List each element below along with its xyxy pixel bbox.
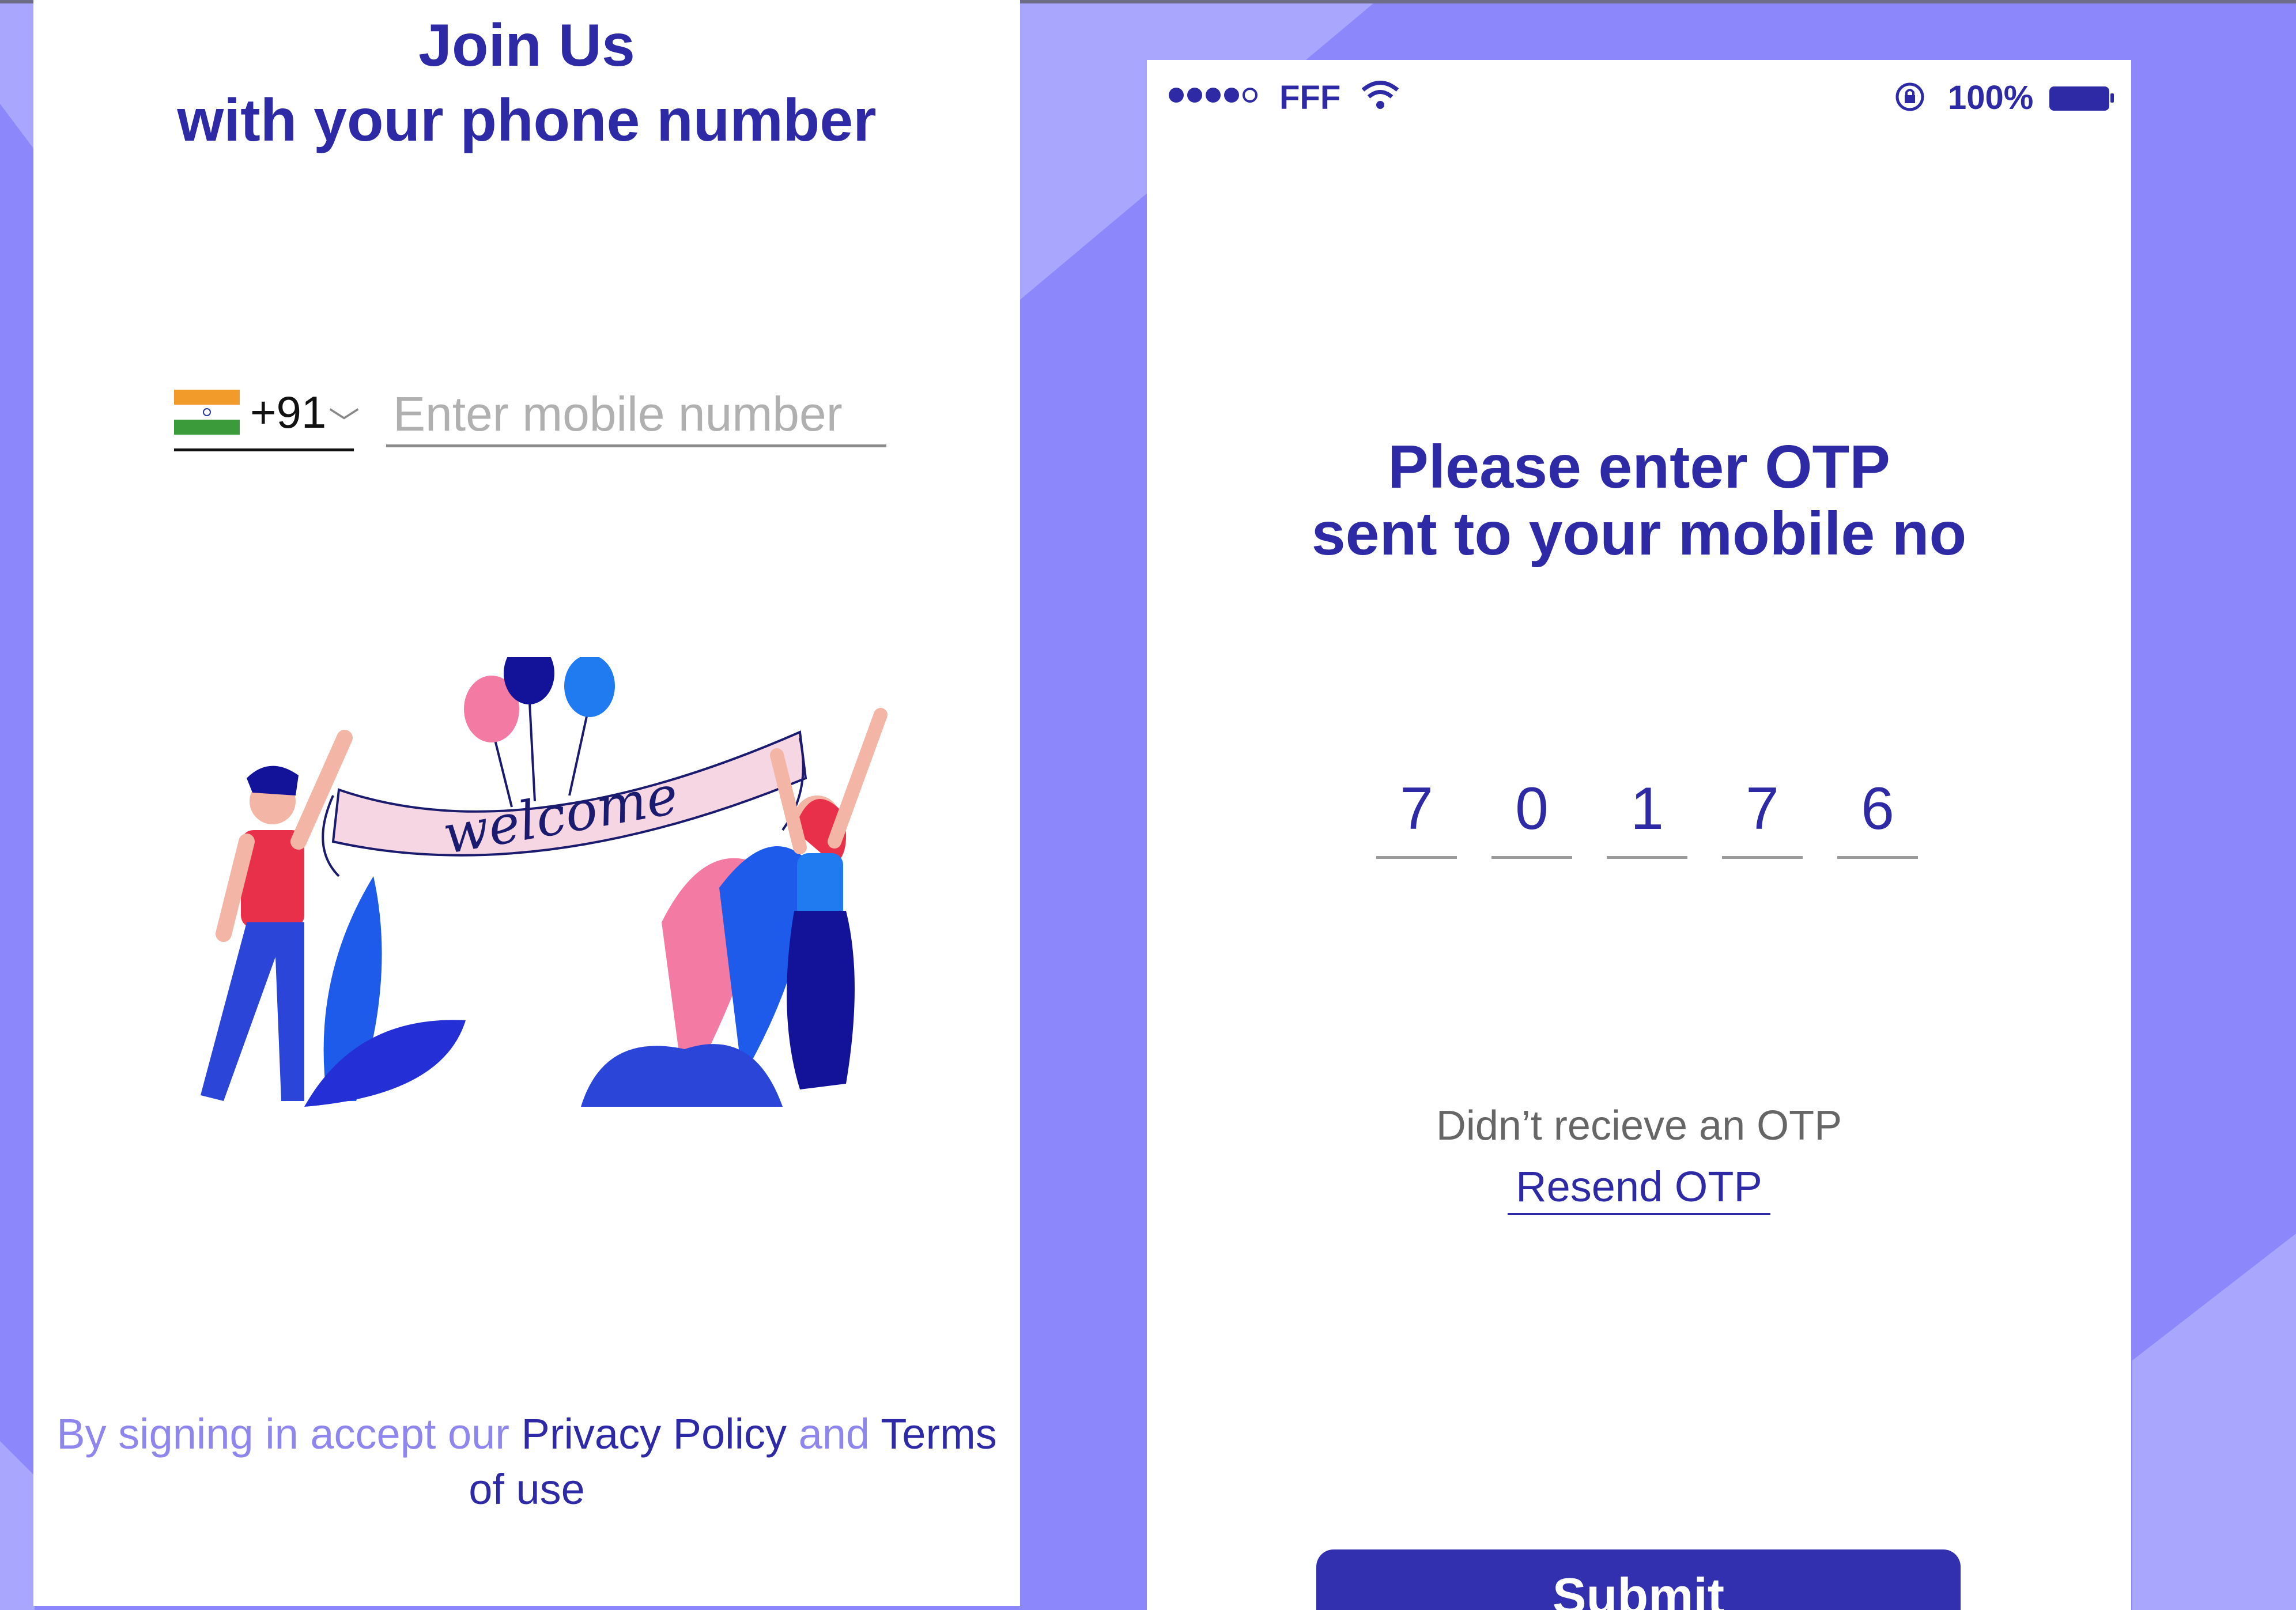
carrier-name: FFF — [1279, 79, 1341, 116]
mobile-number-input[interactable] — [386, 384, 886, 447]
battery-percentage: 100% — [1948, 79, 2034, 116]
terms-notice: By signing in accept our Privacy Policy … — [33, 1407, 1020, 1517]
resend-otp-link[interactable]: Resend OTP — [1508, 1163, 1770, 1215]
otp-title-line1: Please enter OTP — [1388, 433, 1890, 501]
otp-input-group: 7 0 1 7 6 — [1376, 775, 1918, 859]
otp-digit-2[interactable]: 0 — [1491, 775, 1572, 859]
otp-verification-screen: FFF 100% Please enter OTP sent to your m… — [1147, 60, 2131, 1610]
wifi-icon — [1361, 81, 1399, 109]
otp-digit-1[interactable]: 7 — [1376, 775, 1457, 859]
country-code-selector[interactable]: +91 ﹀ — [174, 384, 360, 451]
otp-digit-5[interactable]: 6 — [1837, 775, 1918, 859]
battery-icon — [2049, 86, 2114, 111]
privacy-policy-link[interactable]: Privacy Policy — [521, 1410, 787, 1458]
submit-button[interactable]: Submit — [1316, 1549, 1961, 1610]
country-code: +91 — [250, 387, 327, 438]
join-subtitle: with your phone number — [177, 87, 877, 154]
lock-rotation-icon — [1895, 82, 1924, 111]
terms-and: and — [787, 1410, 881, 1458]
terms-prefix: By signing in accept our — [56, 1410, 522, 1458]
welcome-illustration: welcome — [201, 657, 888, 1107]
banner-text: welcome — [439, 764, 683, 866]
resend-question: Didn’t recieve an OTP — [1436, 1103, 1842, 1149]
otp-title: Please enter OTP sent to your mobile no — [1147, 433, 2131, 567]
status-bar: FFF 100% — [1147, 78, 2131, 125]
otp-digit-4[interactable]: 7 — [1722, 775, 1803, 859]
phone-signup-screen: Join Us with your phone number +91 ﹀ wel… — [33, 0, 1020, 1606]
signal-dots-icon — [1169, 88, 1257, 103]
chevron-down-icon: ﹀ — [328, 406, 360, 441]
india-flag-icon — [174, 390, 240, 435]
otp-title-line2: sent to your mobile no — [1311, 500, 1967, 568]
join-title: Join Us — [418, 12, 635, 79]
resend-otp-container: Resend OTP — [1147, 1162, 2131, 1215]
otp-digit-3[interactable]: 1 — [1607, 775, 1687, 859]
